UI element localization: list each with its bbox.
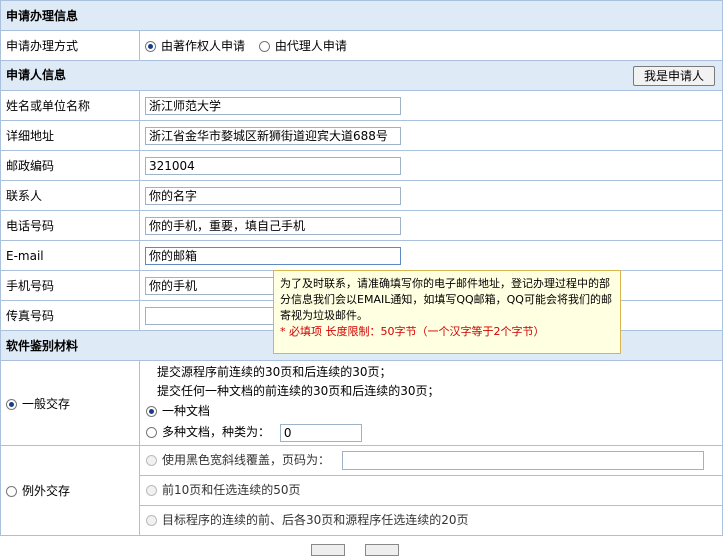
name-input[interactable]: 浙江师范大学: [145, 96, 401, 115]
first10-any50-radio[interactable]: [146, 485, 157, 496]
general-deposit-radio[interactable]: [6, 398, 17, 410]
postcode-input[interactable]: 321004: [145, 156, 401, 175]
tooltip-text: 为了及时联系，请准确填写你的电子邮件地址，登记办理过程中的部分信息我们会以EMA…: [280, 277, 612, 322]
exception-deposit-options: 使用黑色宽斜线覆盖，页码为： 前10页和任选连续的50页 目标程序的连续的前、后…: [138, 445, 724, 536]
email-tooltip: 为了及时联系，请准确填写你的电子邮件地址，登记办理过程中的部分信息我们会以EMA…: [273, 270, 621, 354]
contact-input[interactable]: 你的名字: [145, 186, 401, 205]
general-deposit-cell: 一般交存: [0, 360, 140, 446]
email-label: E-mail: [0, 240, 140, 271]
section-applicant-title: 申请人信息: [6, 67, 67, 82]
first10-any50-label: 前10页和任选连续的50页: [162, 483, 301, 497]
general-line-2: 提交任何一种文档的前连续的30页和后连续的30页；: [157, 384, 440, 398]
address-label: 详细地址: [0, 120, 140, 151]
multi-doc-label: 多种文档，种类为：: [162, 425, 271, 439]
name-label: 姓名或单位名称: [0, 90, 140, 121]
apply-by-agent-label: 由代理人申请: [274, 39, 347, 53]
section-apply-info: 申请办理信息: [0, 0, 724, 31]
phone-input[interactable]: 你的手机，重要，填自己手机: [145, 216, 401, 235]
doc-count-input[interactable]: 0: [279, 423, 362, 442]
contact-label: 联系人: [0, 180, 140, 211]
object-code-label: 目标程序的连续的前、后各30页和源程序任选连续的20页: [162, 513, 469, 527]
apply-by-agent-radio[interactable]: [258, 41, 270, 52]
one-doc-radio[interactable]: [146, 406, 157, 417]
apply-by-owner-label: 由著作权人申请: [161, 39, 246, 53]
general-deposit-options: 提交源程序前连续的30页和后连续的30页； 提交任何一种文档的前连续的30页和后…: [138, 360, 724, 446]
bottom-button-2[interactable]: [365, 544, 399, 556]
bottom-button-1[interactable]: [311, 544, 345, 556]
black-line-cover-radio[interactable]: [146, 455, 157, 466]
exception-deposit-cell: 例外交存: [0, 445, 140, 536]
multi-doc-radio[interactable]: [146, 427, 157, 438]
tooltip-required-note: * 必填项 长度限制：50字节（一个汉字等于2个字节）: [280, 325, 545, 338]
phone-label: 电话号码: [0, 210, 140, 241]
apply-method-options: 由著作权人申请 由代理人申请: [138, 30, 724, 61]
exception-deposit-label: 例外交存: [22, 484, 71, 498]
apply-method-label: 申请办理方式: [0, 30, 140, 61]
exception-deposit-radio[interactable]: [6, 486, 17, 497]
cover-page-numbers-input[interactable]: [341, 451, 704, 470]
fax-label: 传真号码: [0, 300, 140, 331]
general-deposit-label: 一般交存: [22, 396, 71, 411]
apply-by-owner-radio[interactable]: [145, 41, 156, 52]
postcode-label: 邮政编码: [0, 150, 140, 181]
section-applicant-info: 申请人信息 我是申请人: [0, 60, 724, 91]
object-code-radio[interactable]: [146, 515, 157, 526]
general-line-1: 提交源程序前连续的30页和后连续的30页；: [157, 365, 392, 379]
application-form: 申请办理信息 申请办理方式 由著作权人申请 由代理人申请 申请人信息 我是申请人…: [0, 0, 724, 536]
mobile-label: 手机号码: [0, 270, 140, 301]
address-input[interactable]: 浙江省金华市婺城区新狮街道迎宾大道688号: [145, 126, 401, 145]
black-line-cover-label: 使用黑色宽斜线覆盖，页码为：: [162, 453, 331, 467]
email-input[interactable]: 你的邮箱: [145, 246, 401, 265]
i-am-applicant-button[interactable]: 我是申请人: [633, 65, 716, 86]
one-doc-label: 一种文档: [162, 404, 211, 418]
